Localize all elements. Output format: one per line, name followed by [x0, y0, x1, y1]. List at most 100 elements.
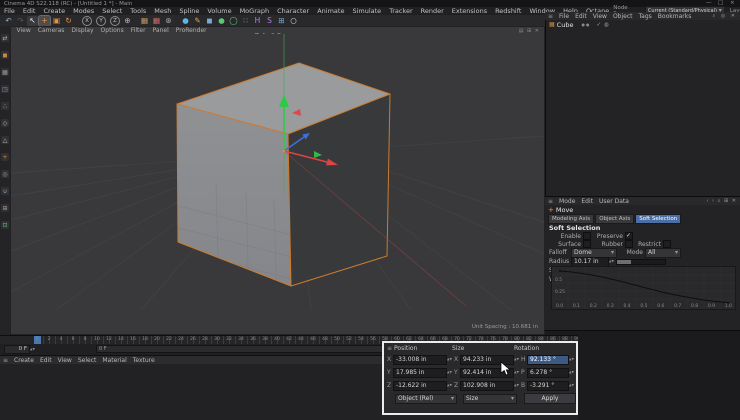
menu-item[interactable]: Character [273, 7, 313, 15]
menu-item[interactable]: Simulate [348, 7, 385, 15]
model-mode-icon[interactable]: ◼ [1, 51, 9, 59]
size-z-field[interactable]: 102.908 in [460, 380, 514, 391]
rot-p-stepper[interactable]: ▲▼ [569, 369, 574, 377]
pos-x-field[interactable]: -33.008 in [393, 354, 447, 365]
snap-icon[interactable]: ∪ [1, 187, 9, 195]
object-manager-menu-item[interactable]: View [590, 13, 610, 20]
preserve-checkbox[interactable] [625, 232, 633, 240]
deformer-bend-icon[interactable]: H [252, 16, 263, 26]
menu-item[interactable]: Extensions [448, 7, 491, 15]
hamburger-icon[interactable]: ≡ [0, 357, 11, 364]
surface-checkbox[interactable] [583, 240, 591, 248]
material-manager-menu-item[interactable]: Select [75, 357, 100, 364]
rubber-checkbox[interactable] [625, 240, 633, 248]
hamburger-icon[interactable]: ≡ [387, 345, 394, 352]
object-manager-corner-icons[interactable]: ⌕ ◎ ✕ [712, 13, 740, 19]
lock-z-axis-icon[interactable]: Z [110, 15, 120, 26]
points-mode-icon[interactable]: ∴ [1, 102, 9, 110]
menu-item[interactable]: Volume [203, 7, 235, 15]
current-frame-stepper[interactable]: ▲▼ [30, 346, 35, 354]
menu-item[interactable]: Tracker [385, 7, 416, 15]
grid-snap-icon[interactable]: ⊞ [1, 204, 9, 212]
viewport-menu-item[interactable]: Display [68, 27, 97, 34]
section-header[interactable]: Soft Selection [545, 224, 740, 232]
object-manager-menu-item[interactable]: File [556, 13, 572, 20]
array-icon[interactable]: ⊞ [276, 16, 287, 26]
menu-item[interactable]: Tools [126, 7, 150, 15]
visibility-dots-icon[interactable]: ●● [581, 22, 590, 27]
mode-dropdown[interactable]: All ▾ [645, 247, 681, 258]
attribute-manager-menu-item[interactable]: Edit [578, 198, 596, 205]
axis-mode-icon[interactable]: + [1, 153, 9, 161]
menu-item[interactable]: Edit [19, 7, 40, 15]
radius-stepper[interactable]: ▲▼ [609, 258, 614, 266]
edges-mode-icon[interactable]: ◇ [1, 119, 9, 127]
texture-mode-icon[interactable]: ▦ [1, 68, 9, 76]
sphere-primitive-icon[interactable]: ● [216, 16, 227, 26]
material-manager-menu-item[interactable]: Material [99, 357, 129, 364]
phong-tag-icon[interactable]: ◍ [604, 22, 609, 28]
enable-checkbox[interactable] [583, 232, 591, 240]
pos-z-field[interactable]: -12.622 in [393, 380, 447, 391]
menu-item[interactable]: MoGraph [236, 7, 274, 15]
pos-y-field[interactable]: 17.985 in [393, 367, 447, 378]
pos-z-stepper[interactable]: ▲▼ [447, 382, 452, 390]
light-icon[interactable]: ○ [288, 16, 299, 26]
rot-h-stepper[interactable]: ▲▼ [569, 356, 574, 364]
subdivision-surface-icon[interactable]: ● [180, 16, 191, 26]
rot-p-field[interactable]: 6.278 ° [527, 367, 569, 378]
make-editable-icon[interactable]: ⇄ [1, 34, 9, 42]
attribute-manager-menu-item[interactable]: User Data [596, 198, 632, 205]
cube-primitive-icon[interactable]: ◼ [204, 16, 215, 26]
move-tool-icon[interactable]: + [38, 14, 51, 27]
menu-item[interactable]: File [0, 7, 19, 15]
tab-soft-selection[interactable]: Soft Selection [635, 214, 682, 224]
material-manager-menu-item[interactable]: View [55, 357, 75, 364]
size-y-stepper[interactable]: ▲▼ [514, 369, 519, 377]
viewport-menu-item[interactable]: ProRender [172, 27, 210, 34]
rotate-tool-icon[interactable]: ↻ [63, 16, 74, 26]
radius-slider[interactable] [616, 258, 666, 265]
object-manager-menu-item[interactable]: Object [610, 13, 636, 20]
object-manager-menu-item[interactable]: Edit [572, 13, 590, 20]
menu-item[interactable]: Mesh [150, 7, 175, 15]
material-manager-menu-item[interactable]: Edit [37, 357, 55, 364]
menu-item[interactable]: Select [98, 7, 126, 15]
rot-h-field[interactable]: 92.133 ° [527, 354, 569, 365]
hamburger-icon[interactable]: ≡ [545, 198, 556, 205]
object-manager-menu-item[interactable]: Tags [636, 13, 655, 20]
pos-y-stepper[interactable]: ▲▼ [447, 369, 452, 377]
polygons-mode-icon[interactable]: △ [1, 136, 9, 144]
material-manager-menu-item[interactable]: Create [11, 357, 37, 364]
scale-tool-icon[interactable]: ▣ [51, 16, 62, 26]
redo-icon[interactable]: ↷ [15, 16, 26, 26]
viewport-solo-icon[interactable]: ◎ [1, 170, 9, 178]
coords-mode-dropdown[interactable]: Object (Rel) ▾ [395, 393, 457, 404]
undo-icon[interactable]: ↶ [3, 16, 14, 26]
object-name[interactable]: Cube [557, 21, 574, 29]
material-manager-menu-item[interactable]: Texture [130, 357, 158, 364]
lock-y-axis-icon[interactable]: Y [96, 15, 106, 26]
hamburger-icon[interactable]: ≡ [545, 13, 556, 20]
object-enabled-check-icon[interactable]: ✓ [596, 22, 601, 28]
workplane-mode-icon[interactable]: ◳ [1, 85, 9, 93]
size-x-stepper[interactable]: ▲▼ [514, 356, 519, 364]
menu-item[interactable]: Redshift [491, 7, 525, 15]
restrict-checkbox[interactable] [663, 240, 671, 248]
mograph-cloner-icon[interactable]: ∷ [240, 16, 251, 26]
viewport-menu-item[interactable]: Filter [127, 27, 149, 34]
rot-b-stepper[interactable]: ▲▼ [569, 382, 574, 390]
attribute-manager-menu-item[interactable]: Mode [556, 198, 578, 205]
viewport-menu-item[interactable]: Panel [149, 27, 172, 34]
menu-item[interactable]: Animate [313, 7, 348, 15]
menu-item[interactable]: Modes [69, 7, 98, 15]
tab-modeling-axis[interactable]: Modeling Axis [548, 214, 595, 224]
coordinate-system-icon[interactable]: ⊕ [122, 16, 133, 26]
attribute-manager-corner-icons[interactable]: ‹ › ⌕ ⊞ ✕ [706, 198, 740, 204]
menu-item[interactable]: Create [39, 7, 69, 15]
render-view-icon[interactable]: ▦ [139, 15, 150, 26]
viewport-menu-item[interactable]: Cameras [34, 27, 68, 34]
menu-item[interactable]: Spline [175, 7, 203, 15]
pen-spline-icon[interactable]: ✎ [192, 16, 203, 26]
render-picture-viewer-icon[interactable]: ▦ [151, 15, 162, 26]
